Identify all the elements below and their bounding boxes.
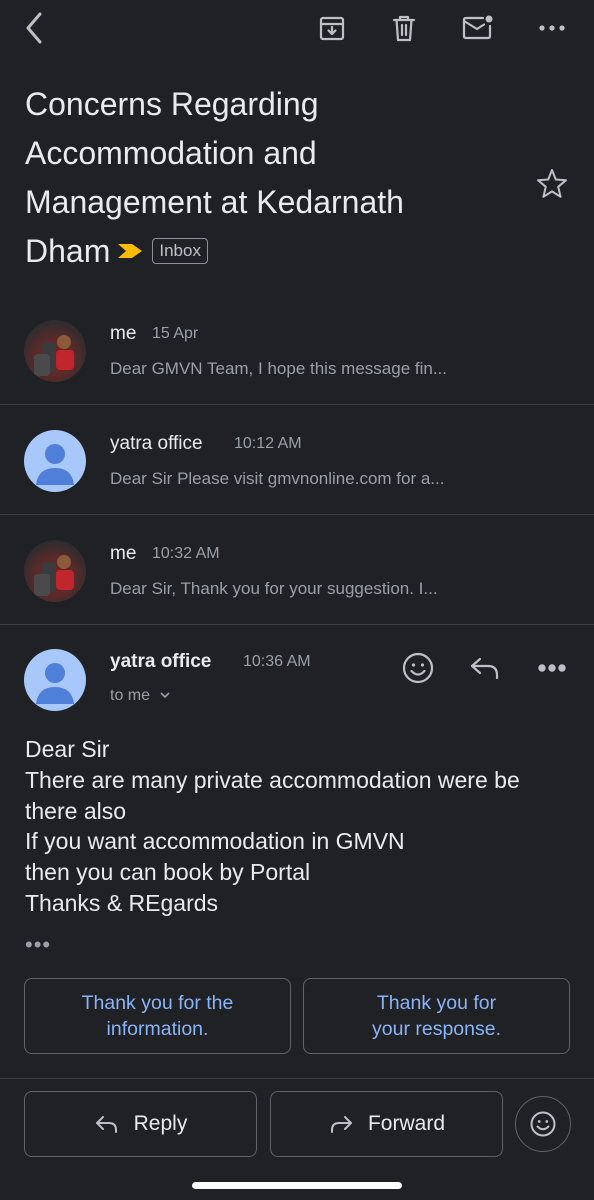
reply-button[interactable]: Reply <box>24 1091 257 1157</box>
forward-label: Forward <box>367 1112 446 1135</box>
recipient-label: to me <box>110 687 151 704</box>
thread-message-3[interactable]: me 10:32 AM Dear Sir, Thank you for your… <box>0 515 594 625</box>
avatar[interactable] <box>24 320 86 382</box>
chevron-left-icon <box>26 12 42 44</box>
smart-reply-1[interactable]: Thank you for the information. <box>24 978 291 1054</box>
open-message-avatar[interactable] <box>24 649 86 711</box>
email-subject: Concerns Regarding Accommodation and Man… <box>25 80 495 276</box>
trash-icon <box>392 15 416 42</box>
home-indicator[interactable] <box>192 1182 402 1189</box>
mark-unread-button[interactable] <box>458 8 498 48</box>
importance-marker-icon[interactable] <box>116 226 146 275</box>
avatar[interactable] <box>24 540 86 602</box>
add-reaction-button[interactable] <box>398 648 438 688</box>
message-snippet: Dear Sir, Thank you for your suggestion.… <box>110 579 438 598</box>
forward-button[interactable]: Forward <box>270 1091 503 1157</box>
top-app-bar <box>0 0 594 58</box>
recipient-details-toggle[interactable]: to me <box>110 687 172 705</box>
smart-reply-label: Thank you for your response. <box>372 992 501 1040</box>
inbox-label-chip[interactable]: Inbox <box>152 237 208 264</box>
avatar[interactable] <box>24 430 86 492</box>
reply-icon <box>95 1116 117 1133</box>
reply-label: Reply <box>133 1112 188 1135</box>
back-button[interactable] <box>14 8 54 48</box>
emoji-icon <box>402 652 434 684</box>
person-icon <box>36 444 74 485</box>
open-message-sender: yatra office <box>110 651 212 672</box>
react-emoji-button[interactable] <box>515 1096 571 1152</box>
star-icon <box>537 169 567 198</box>
chevron-down-icon <box>160 692 171 699</box>
message-time: 10:32 AM <box>152 545 220 562</box>
more-options-button[interactable] <box>532 8 572 48</box>
divider <box>0 1078 594 1079</box>
sender-name: me <box>110 543 137 564</box>
mail-unread-icon <box>462 15 493 40</box>
reply-icon <box>470 657 499 680</box>
more-horizontal-icon <box>539 25 565 31</box>
message-snippet: Dear Sir Please visit gmvnonline.com for… <box>110 469 445 488</box>
thread-message-1[interactable]: me 15 Apr Dear GMVN Team, I hope this me… <box>0 295 594 405</box>
archive-icon <box>319 16 345 41</box>
show-trimmed-content-button[interactable]: ••• <box>25 932 51 958</box>
subject-title: Concerns Regarding Accommodation and Man… <box>25 86 404 269</box>
smart-reply-label: Thank you for the information. <box>81 992 234 1040</box>
more-horizontal-icon <box>538 664 566 672</box>
delete-button[interactable] <box>384 8 424 48</box>
emoji-icon <box>530 1111 556 1137</box>
message-time: 15 Apr <box>152 325 199 342</box>
sender-name: yatra office <box>110 433 203 454</box>
smart-reply-2[interactable]: Thank you for your response. <box>303 978 570 1054</box>
sender-name: me <box>110 323 137 344</box>
forward-icon <box>330 1116 352 1133</box>
message-body: Dear Sir There are many private accommod… <box>25 736 520 916</box>
thread-message-2[interactable]: yatra office 10:12 AM Dear Sir Please vi… <box>0 405 594 515</box>
open-message-time: 10:36 AM <box>243 653 311 670</box>
message-more-button[interactable] <box>532 648 572 688</box>
message-time: 10:12 AM <box>234 435 302 452</box>
star-button[interactable] <box>532 164 572 204</box>
reply-icon-button[interactable] <box>465 648 505 688</box>
message-snippet: Dear GMVN Team, I hope this message fin.… <box>110 359 447 378</box>
archive-button[interactable] <box>312 8 352 48</box>
person-icon <box>36 663 74 704</box>
